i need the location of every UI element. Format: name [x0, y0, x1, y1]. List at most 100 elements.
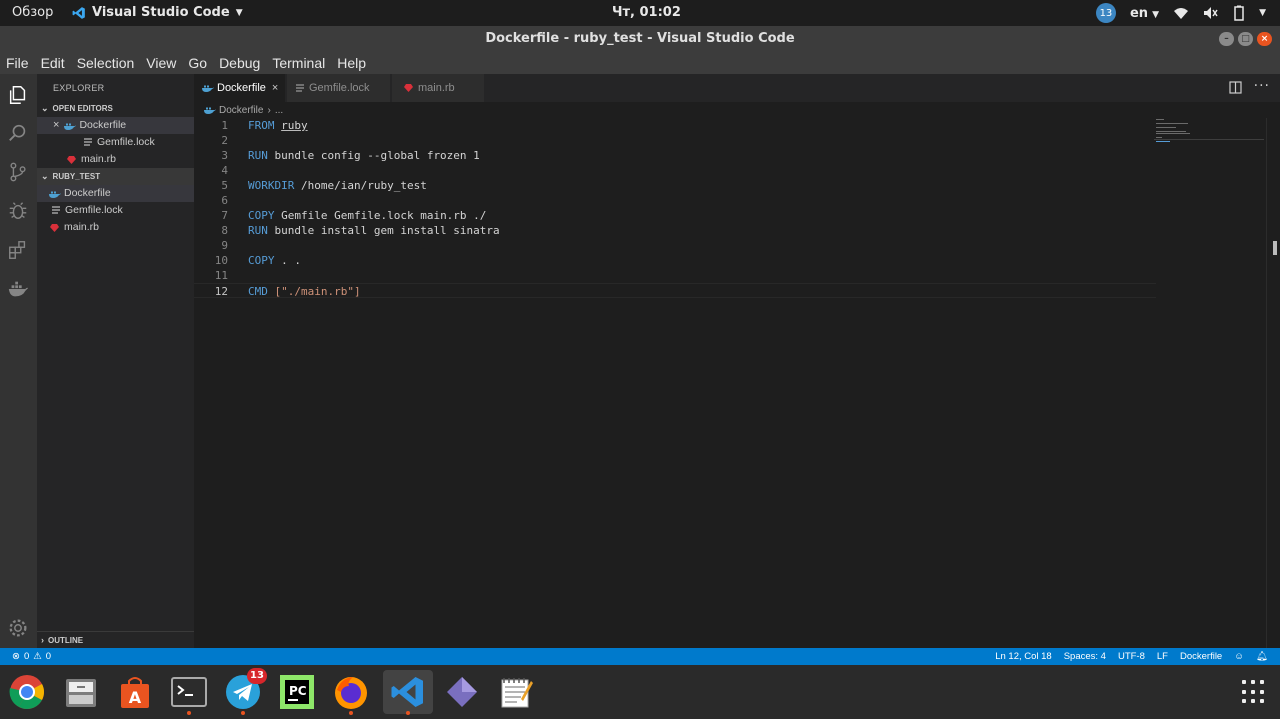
- source-control-icon[interactable]: [7, 161, 29, 183]
- chrome-launcher[interactable]: [5, 670, 49, 714]
- code-editor[interactable]: 1 FROM ruby 2 3 RUN bundle config --glob…: [194, 118, 1280, 648]
- explorer-icon[interactable]: [7, 84, 29, 106]
- editor-tabs: Dockerfile × Gemfile.lock main.rb ···: [194, 74, 1280, 102]
- code-line-current: 12 CMD ["./main.rb"]: [194, 283, 1156, 298]
- vertical-scrollbar[interactable]: [1266, 118, 1280, 648]
- firefox-launcher[interactable]: [329, 670, 373, 715]
- menu-bar: File Edit Selection View Go Debug Termin…: [0, 52, 1280, 74]
- open-editor-item-gemfile-lock[interactable]: Gemfile.lock: [37, 134, 194, 151]
- open-editors-header[interactable]: ⌄ OPEN EDITORS: [37, 100, 194, 117]
- menu-debug[interactable]: Debug: [213, 52, 266, 74]
- close-tab-icon[interactable]: ×: [272, 82, 278, 94]
- grid-dot: [1242, 680, 1246, 684]
- maximize-button[interactable]: □: [1238, 32, 1253, 46]
- close-icon[interactable]: ×: [53, 117, 59, 134]
- line-number: 3: [221, 149, 228, 162]
- volume-icon[interactable]: [1203, 6, 1219, 20]
- code-text: COPY Gemfile Gemfile.lock main.rb ./: [248, 208, 486, 223]
- git-client-launcher[interactable]: [440, 670, 484, 714]
- more-actions-icon[interactable]: ···: [1254, 78, 1270, 94]
- tab-label: Dockerfile: [217, 82, 266, 94]
- text-editor-launcher[interactable]: [494, 670, 538, 714]
- diamond-app-icon: [447, 677, 477, 707]
- warning-count: 0: [45, 651, 52, 662]
- open-editor-label: main.rb: [81, 153, 117, 165]
- code-line: 3 RUN bundle config --global frozen 1: [194, 148, 1156, 163]
- extensions-icon[interactable]: [7, 239, 29, 261]
- docker-icon[interactable]: [7, 278, 29, 300]
- chevron-down-icon[interactable]: ▼: [1259, 8, 1266, 18]
- minimap-viewport: [1154, 139, 1264, 140]
- code-keyword: COPY: [248, 254, 275, 267]
- language-label: en: [1129, 5, 1149, 21]
- file-cabinet-icon: [66, 679, 96, 707]
- notifications-bell-icon[interactable]: 🔔︎: [1256, 651, 1268, 662]
- files-launcher[interactable]: [59, 670, 103, 714]
- search-icon[interactable]: [7, 122, 29, 144]
- end-of-line[interactable]: LF: [1157, 651, 1168, 662]
- outline-label: OUTLINE: [48, 636, 84, 645]
- menu-file[interactable]: File: [0, 52, 35, 74]
- encoding[interactable]: UTF-8: [1118, 651, 1145, 662]
- debug-icon[interactable]: [7, 200, 29, 222]
- app-name: Visual Studio Code: [92, 5, 230, 20]
- terminal-launcher[interactable]: [167, 670, 211, 715]
- clock[interactable]: Чт, 01:02: [612, 5, 681, 20]
- close-button[interactable]: ×: [1257, 32, 1272, 46]
- minimize-button[interactable]: –: [1219, 32, 1234, 46]
- menu-edit[interactable]: Edit: [35, 52, 71, 74]
- menu-view[interactable]: View: [140, 52, 182, 74]
- app-menu[interactable]: Visual Studio Code ▼: [72, 5, 243, 20]
- code-rest: Gemfile Gemfile.lock main.rb ./: [274, 209, 487, 222]
- indentation[interactable]: Spaces: 4: [1064, 651, 1106, 662]
- open-editor-item-main-rb[interactable]: main.rb: [37, 151, 194, 168]
- explorer-sidebar: EXPLORER ⌄ OPEN EDITORS × Dockerfile Gem…: [37, 74, 194, 648]
- file-item-dockerfile[interactable]: Dockerfile: [37, 185, 194, 202]
- menu-terminal[interactable]: Terminal: [266, 52, 331, 74]
- file-item-main-rb[interactable]: main.rb: [37, 219, 194, 236]
- problems-indicator[interactable]: ⊗ 0 ⚠ 0: [12, 651, 51, 662]
- battery-icon[interactable]: [1233, 5, 1245, 21]
- pycharm-launcher[interactable]: PC: [275, 670, 319, 714]
- minimap-line: [1156, 127, 1176, 128]
- language-mode[interactable]: Dockerfile: [1180, 651, 1222, 662]
- tab-dockerfile[interactable]: Dockerfile ×: [194, 74, 286, 102]
- breadcrumb-more[interactable]: ...: [275, 105, 283, 116]
- notepad-icon: [501, 678, 533, 708]
- tab-label: main.rb: [418, 82, 455, 94]
- explorer-title: EXPLORER: [53, 83, 105, 93]
- window-title-bar: Dockerfile - ruby_test - Visual Studio C…: [0, 26, 1280, 52]
- telegram-launcher[interactable]: 13: [221, 668, 267, 715]
- folder-header[interactable]: ⌄ RUBY_TEST: [37, 168, 194, 185]
- tab-gemfile-lock[interactable]: Gemfile.lock: [287, 74, 391, 102]
- show-applications-icon[interactable]: [1242, 680, 1266, 704]
- feedback-smiley-icon[interactable]: ☺: [1234, 651, 1244, 662]
- outline-header[interactable]: › OUTLINE: [37, 632, 194, 649]
- split-editor-icon[interactable]: [1229, 81, 1242, 94]
- wifi-icon[interactable]: [1173, 6, 1189, 20]
- breadcrumb-file[interactable]: Dockerfile: [219, 105, 263, 116]
- ruby-file-icon: [67, 155, 76, 164]
- activities-button[interactable]: Обзор: [12, 5, 53, 20]
- cursor-position[interactable]: Ln 12, Col 18: [995, 651, 1052, 662]
- grid-dot: [1242, 699, 1246, 704]
- language-indicator[interactable]: en ▼: [1130, 6, 1159, 21]
- notification-badge[interactable]: 13: [1095, 3, 1116, 23]
- vscode-icon: [72, 6, 85, 19]
- code-line: 6: [194, 193, 1156, 208]
- file-item-gemfile-lock[interactable]: Gemfile.lock: [37, 202, 194, 219]
- software-center-launcher[interactable]: A: [113, 670, 157, 714]
- tab-label: Gemfile.lock: [309, 82, 370, 94]
- line-number: 4: [221, 164, 228, 177]
- minimap-line: [1156, 133, 1190, 134]
- minimap[interactable]: [1154, 118, 1264, 144]
- tab-main-rb[interactable]: main.rb: [392, 74, 485, 102]
- settings-gear-icon[interactable]: [7, 617, 29, 639]
- firefox-icon: [335, 677, 367, 709]
- menu-selection[interactable]: Selection: [71, 52, 141, 74]
- menu-go[interactable]: Go: [182, 52, 213, 74]
- outline-section[interactable]: › OUTLINE: [37, 631, 194, 648]
- menu-help[interactable]: Help: [331, 52, 372, 74]
- open-editor-item-dockerfile[interactable]: × Dockerfile: [37, 117, 194, 134]
- vscode-launcher[interactable]: [383, 670, 433, 715]
